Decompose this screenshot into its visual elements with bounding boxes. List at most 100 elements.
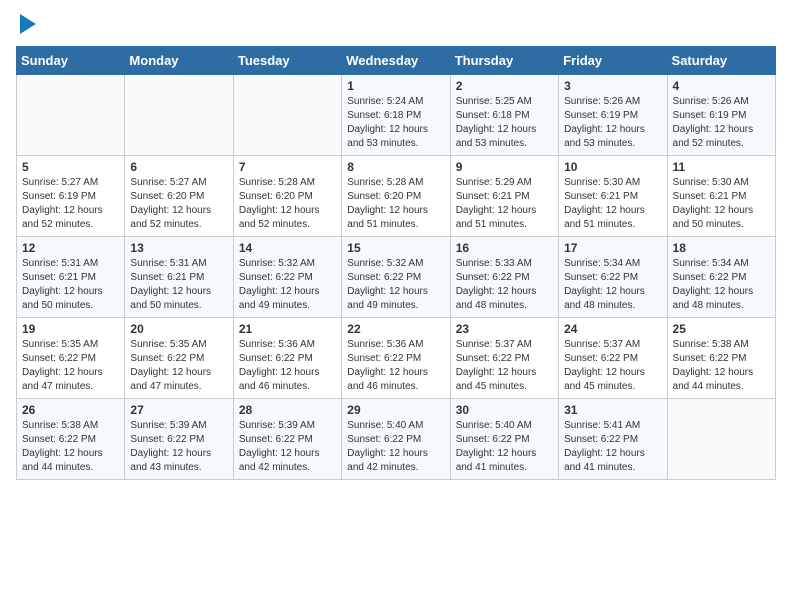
- day-info: Sunrise: 5:28 AM Sunset: 6:20 PM Dayligh…: [239, 176, 336, 232]
- calendar-cell: 21 Sunrise: 5:36 AM Sunset: 6:22 PM Dayli…: [233, 318, 341, 399]
- calendar-table: SundayMondayTuesdayWednesdayThursdayFrid…: [16, 46, 776, 480]
- calendar-cell: [667, 399, 775, 480]
- day-number: 31: [564, 403, 661, 417]
- header-cell-sunday: Sunday: [17, 47, 125, 75]
- header-cell-friday: Friday: [559, 47, 667, 75]
- logo-text: [16, 16, 36, 34]
- day-info: Sunrise: 5:40 AM Sunset: 6:22 PM Dayligh…: [347, 419, 444, 475]
- calendar-cell: 13 Sunrise: 5:31 AM Sunset: 6:21 PM Dayli…: [125, 237, 233, 318]
- calendar-cell: 24 Sunrise: 5:37 AM Sunset: 6:22 PM Dayli…: [559, 318, 667, 399]
- day-number: 2: [456, 79, 553, 93]
- day-number: 8: [347, 160, 444, 174]
- day-number: 7: [239, 160, 336, 174]
- calendar-cell: 5 Sunrise: 5:27 AM Sunset: 6:19 PM Daylig…: [17, 156, 125, 237]
- day-info: Sunrise: 5:25 AM Sunset: 6:18 PM Dayligh…: [456, 95, 553, 151]
- day-number: 30: [456, 403, 553, 417]
- day-info: Sunrise: 5:28 AM Sunset: 6:20 PM Dayligh…: [347, 176, 444, 232]
- day-info: Sunrise: 5:40 AM Sunset: 6:22 PM Dayligh…: [456, 419, 553, 475]
- day-number: 15: [347, 241, 444, 255]
- header-row: SundayMondayTuesdayWednesdayThursdayFrid…: [17, 47, 776, 75]
- day-info: Sunrise: 5:30 AM Sunset: 6:21 PM Dayligh…: [673, 176, 770, 232]
- day-number: 1: [347, 79, 444, 93]
- day-info: Sunrise: 5:35 AM Sunset: 6:22 PM Dayligh…: [130, 338, 227, 394]
- calendar-cell: 17 Sunrise: 5:34 AM Sunset: 6:22 PM Dayli…: [559, 237, 667, 318]
- calendar-cell: 31 Sunrise: 5:41 AM Sunset: 6:22 PM Dayli…: [559, 399, 667, 480]
- day-number: 27: [130, 403, 227, 417]
- week-row-1: 1 Sunrise: 5:24 AM Sunset: 6:18 PM Daylig…: [17, 75, 776, 156]
- day-number: 24: [564, 322, 661, 336]
- day-number: 6: [130, 160, 227, 174]
- calendar-cell: 23Sunrise: 5:37 AM Sunset: 6:22 PM Dayli…: [450, 318, 558, 399]
- week-row-2: 5 Sunrise: 5:27 AM Sunset: 6:19 PM Daylig…: [17, 156, 776, 237]
- day-number: 3: [564, 79, 661, 93]
- day-number: 14: [239, 241, 336, 255]
- day-info: Sunrise: 5:36 AM Sunset: 6:22 PM Dayligh…: [347, 338, 444, 394]
- day-number: 28: [239, 403, 336, 417]
- header-cell-saturday: Saturday: [667, 47, 775, 75]
- calendar-cell: 1 Sunrise: 5:24 AM Sunset: 6:18 PM Daylig…: [342, 75, 450, 156]
- header-cell-thursday: Thursday: [450, 47, 558, 75]
- week-row-3: 12 Sunrise: 5:31 AM Sunset: 6:21 PM Dayli…: [17, 237, 776, 318]
- calendar-cell: 29 Sunrise: 5:40 AM Sunset: 6:22 PM Dayli…: [342, 399, 450, 480]
- day-number: 12: [22, 241, 119, 255]
- calendar-cell: 16Sunrise: 5:33 AM Sunset: 6:22 PM Dayli…: [450, 237, 558, 318]
- day-number: 22: [347, 322, 444, 336]
- calendar-cell: 15Sunrise: 5:32 AM Sunset: 6:22 PM Dayli…: [342, 237, 450, 318]
- week-row-4: 19 Sunrise: 5:35 AM Sunset: 6:22 PM Dayli…: [17, 318, 776, 399]
- calendar-cell: 3 Sunrise: 5:26 AM Sunset: 6:19 PM Daylig…: [559, 75, 667, 156]
- calendar-cell: 7 Sunrise: 5:28 AM Sunset: 6:20 PM Daylig…: [233, 156, 341, 237]
- calendar-cell: [125, 75, 233, 156]
- day-info: Sunrise: 5:38 AM Sunset: 6:22 PM Dayligh…: [22, 419, 119, 475]
- calendar-cell: 30 Sunrise: 5:40 AM Sunset: 6:22 PM Dayli…: [450, 399, 558, 480]
- day-info: Sunrise: 5:37 AM Sunset: 6:22 PM Dayligh…: [564, 338, 661, 394]
- day-info: Sunrise: 5:39 AM Sunset: 6:22 PM Dayligh…: [239, 419, 336, 475]
- day-number: 29: [347, 403, 444, 417]
- day-info: Sunrise: 5:34 AM Sunset: 6:22 PM Dayligh…: [564, 257, 661, 313]
- logo: [16, 16, 36, 34]
- calendar-cell: 12 Sunrise: 5:31 AM Sunset: 6:21 PM Dayli…: [17, 237, 125, 318]
- calendar-cell: 22 Sunrise: 5:36 AM Sunset: 6:22 PM Dayli…: [342, 318, 450, 399]
- day-number: 4: [673, 79, 770, 93]
- calendar-body: 1 Sunrise: 5:24 AM Sunset: 6:18 PM Daylig…: [17, 75, 776, 480]
- day-number: 26: [22, 403, 119, 417]
- calendar-cell: 2 Sunrise: 5:25 AM Sunset: 6:18 PM Daylig…: [450, 75, 558, 156]
- day-info: Sunrise: 5:27 AM Sunset: 6:19 PM Dayligh…: [22, 176, 119, 232]
- day-number: 17: [564, 241, 661, 255]
- day-info: Sunrise: 5:24 AM Sunset: 6:18 PM Dayligh…: [347, 95, 444, 151]
- calendar-cell: 4 Sunrise: 5:26 AM Sunset: 6:19 PM Daylig…: [667, 75, 775, 156]
- calendar-cell: 20Sunrise: 5:35 AM Sunset: 6:22 PM Dayli…: [125, 318, 233, 399]
- header-cell-monday: Monday: [125, 47, 233, 75]
- day-info: Sunrise: 5:30 AM Sunset: 6:21 PM Dayligh…: [564, 176, 661, 232]
- day-info: Sunrise: 5:29 AM Sunset: 6:21 PM Dayligh…: [456, 176, 553, 232]
- day-info: Sunrise: 5:31 AM Sunset: 6:21 PM Dayligh…: [130, 257, 227, 313]
- calendar-cell: 10 Sunrise: 5:30 AM Sunset: 6:21 PM Dayli…: [559, 156, 667, 237]
- day-number: 10: [564, 160, 661, 174]
- day-info: Sunrise: 5:39 AM Sunset: 6:22 PM Dayligh…: [130, 419, 227, 475]
- day-info: Sunrise: 5:41 AM Sunset: 6:22 PM Dayligh…: [564, 419, 661, 475]
- week-row-5: 26 Sunrise: 5:38 AM Sunset: 6:22 PM Dayli…: [17, 399, 776, 480]
- day-info: Sunrise: 5:34 AM Sunset: 6:22 PM Dayligh…: [673, 257, 770, 313]
- day-number: 5: [22, 160, 119, 174]
- day-info: Sunrise: 5:36 AM Sunset: 6:22 PM Dayligh…: [239, 338, 336, 394]
- calendar-cell: 27 Sunrise: 5:39 AM Sunset: 6:22 PM Dayli…: [125, 399, 233, 480]
- calendar-cell: 26 Sunrise: 5:38 AM Sunset: 6:22 PM Dayli…: [17, 399, 125, 480]
- day-number: 9: [456, 160, 553, 174]
- calendar-header: SundayMondayTuesdayWednesdayThursdayFrid…: [17, 47, 776, 75]
- day-number: 21: [239, 322, 336, 336]
- day-info: Sunrise: 5:27 AM Sunset: 6:20 PM Dayligh…: [130, 176, 227, 232]
- day-number: 25: [673, 322, 770, 336]
- calendar-cell: 18Sunrise: 5:34 AM Sunset: 6:22 PM Dayli…: [667, 237, 775, 318]
- calendar-cell: [17, 75, 125, 156]
- logo-arrow-icon: [20, 14, 36, 34]
- calendar-cell: [233, 75, 341, 156]
- day-info: Sunrise: 5:26 AM Sunset: 6:19 PM Dayligh…: [673, 95, 770, 151]
- day-number: 11: [673, 160, 770, 174]
- day-info: Sunrise: 5:38 AM Sunset: 6:22 PM Dayligh…: [673, 338, 770, 394]
- page-header: [16, 16, 776, 34]
- day-number: 13: [130, 241, 227, 255]
- day-info: Sunrise: 5:26 AM Sunset: 6:19 PM Dayligh…: [564, 95, 661, 151]
- day-info: Sunrise: 5:37 AM Sunset: 6:22 PM Dayligh…: [456, 338, 553, 394]
- day-info: Sunrise: 5:31 AM Sunset: 6:21 PM Dayligh…: [22, 257, 119, 313]
- day-info: Sunrise: 5:35 AM Sunset: 6:22 PM Dayligh…: [22, 338, 119, 394]
- day-number: 19: [22, 322, 119, 336]
